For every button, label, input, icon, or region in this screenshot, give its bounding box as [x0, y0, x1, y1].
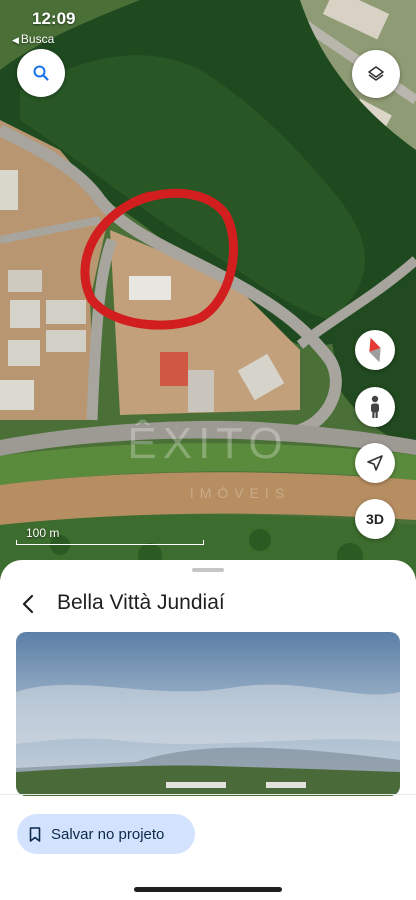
place-photo-image	[16, 632, 400, 796]
scale-label: 100 m	[26, 526, 60, 540]
satellite-map[interactable]: ÊXITO IMÓVEIS 12:09 ◀ Busca 3D 100 m	[0, 0, 416, 580]
chevron-left-icon	[22, 594, 34, 614]
three-d-button[interactable]: 3D	[355, 499, 395, 539]
status-time: 12:09	[32, 9, 76, 28]
search-icon	[33, 65, 49, 81]
pegman-icon	[371, 395, 379, 418]
save-to-project-label: Salvar no projeto	[51, 825, 165, 843]
place-photo[interactable]	[16, 632, 400, 796]
place-title: Bella Vittà Jundiaí	[57, 591, 225, 614]
place-bottom-sheet: Bella Vittà Jundiaí Salvar no projeto	[0, 560, 416, 900]
watermark-sub: IMÓVEIS	[190, 485, 290, 501]
street-view-button[interactable]	[355, 387, 395, 427]
navigation-arrow-icon	[367, 455, 383, 471]
home-indicator	[134, 887, 282, 892]
layers-icon	[368, 66, 384, 81]
compass-button[interactable]	[355, 330, 395, 370]
my-location-button[interactable]	[355, 443, 395, 483]
layers-button[interactable]	[352, 50, 400, 98]
save-to-project-button[interactable]: Salvar no projeto	[17, 814, 195, 854]
sheet-divider	[0, 794, 416, 795]
watermark: ÊXITO	[127, 419, 288, 468]
back-button[interactable]	[12, 588, 44, 620]
three-d-label: 3D	[366, 511, 384, 527]
back-to-app-link[interactable]: ◀ Busca	[12, 32, 54, 46]
sheet-drag-handle[interactable]	[192, 568, 224, 572]
satellite-imagery: ÊXITO IMÓVEIS	[0, 0, 416, 580]
search-button[interactable]	[17, 49, 65, 97]
compass-icon	[369, 337, 381, 363]
scale-bar	[16, 540, 204, 545]
bookmark-icon	[29, 826, 41, 842]
back-to-app-label: Busca	[20, 32, 55, 46]
back-triangle-icon: ◀	[12, 35, 19, 45]
